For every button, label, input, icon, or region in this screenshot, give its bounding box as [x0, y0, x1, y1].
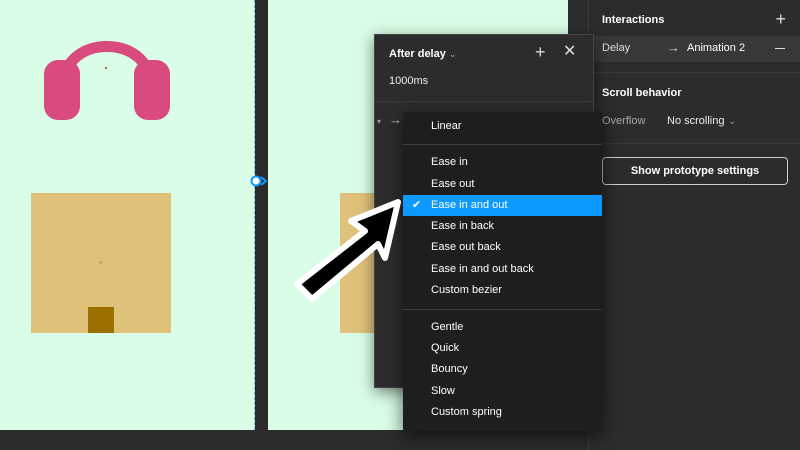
overflow-select[interactable]: No scrolling ⌄	[667, 115, 736, 127]
easing-option-custom-spring[interactable]: Custom spring	[403, 402, 602, 423]
tan-square[interactable]	[31, 193, 171, 333]
trigger-label: After delay	[389, 48, 446, 60]
menu-separator	[403, 144, 602, 145]
easing-option-ease-in-back[interactable]: Ease in back	[403, 216, 602, 237]
properties-panel: Interactions + Delay → Animation 2 Scrol…	[588, 0, 800, 450]
collapse-caret-icon[interactable]: ▾	[377, 117, 381, 126]
remove-interaction-button[interactable]	[775, 48, 785, 49]
overflow-value: No scrolling	[667, 115, 725, 127]
interaction-row[interactable]: Delay → Animation 2	[589, 36, 800, 62]
easing-option-ease-in-and-out-back[interactable]: Ease in and out back	[403, 259, 602, 280]
easing-option-ease-in-and-out[interactable]: ✔ Ease in and out	[403, 195, 602, 216]
easing-option-ease-out-back[interactable]: Ease out back	[403, 237, 602, 258]
show-prototype-settings-button[interactable]: Show prototype settings	[602, 157, 788, 185]
easing-option-ease-out[interactable]: Ease out	[403, 174, 602, 195]
easing-option-bouncy[interactable]: Bouncy	[403, 359, 602, 380]
add-interaction-button[interactable]: +	[775, 10, 786, 28]
scroll-behavior-title: Scroll behavior	[602, 87, 682, 99]
chevron-down-icon: ⌄	[728, 116, 737, 126]
interaction-trigger: Delay	[602, 42, 631, 54]
pointer-arrow-icon	[294, 199, 401, 302]
brown-square[interactable]	[88, 307, 114, 333]
frame-selection-edge	[254, 0, 255, 430]
easing-option-ease-in[interactable]: Ease in	[403, 152, 602, 173]
popover-divider	[375, 101, 593, 102]
panel-divider	[589, 72, 800, 73]
close-button[interactable]: ✕	[563, 43, 576, 61]
chevron-down-icon: ⌄	[448, 49, 457, 59]
interaction-destination: Animation 2	[687, 42, 746, 54]
easing-option-gentle[interactable]: Gentle	[403, 317, 602, 338]
center-point	[99, 261, 102, 264]
canvas-bottom-edge	[0, 430, 588, 450]
frame-animation-1[interactable]	[0, 0, 255, 430]
easing-option-quick[interactable]: Quick	[403, 338, 602, 359]
delay-input[interactable]: 1000ms	[389, 75, 428, 87]
easing-option-slow[interactable]: Slow	[403, 381, 602, 402]
menu-separator	[403, 309, 602, 310]
overflow-label: Overflow	[602, 115, 646, 127]
easing-option-custom-bezier[interactable]: Custom bezier	[403, 280, 602, 301]
connection-handle-icon[interactable]	[250, 174, 268, 188]
trigger-select[interactable]: After delay ⌄	[389, 48, 456, 60]
easing-dropdown-menu: Linear Ease in Ease out ✔ Ease in and out…	[403, 112, 602, 431]
arrow-right-icon: →	[667, 40, 680, 55]
easing-option-linear[interactable]: Linear	[403, 116, 602, 137]
headphones-icon[interactable]	[42, 14, 172, 122]
arrow-right-icon: →	[389, 112, 402, 127]
easing-option-label: Ease in and out	[431, 199, 508, 211]
interactions-title: Interactions	[602, 14, 665, 26]
panel-divider	[589, 143, 800, 144]
add-action-button[interactable]: +	[535, 43, 546, 61]
